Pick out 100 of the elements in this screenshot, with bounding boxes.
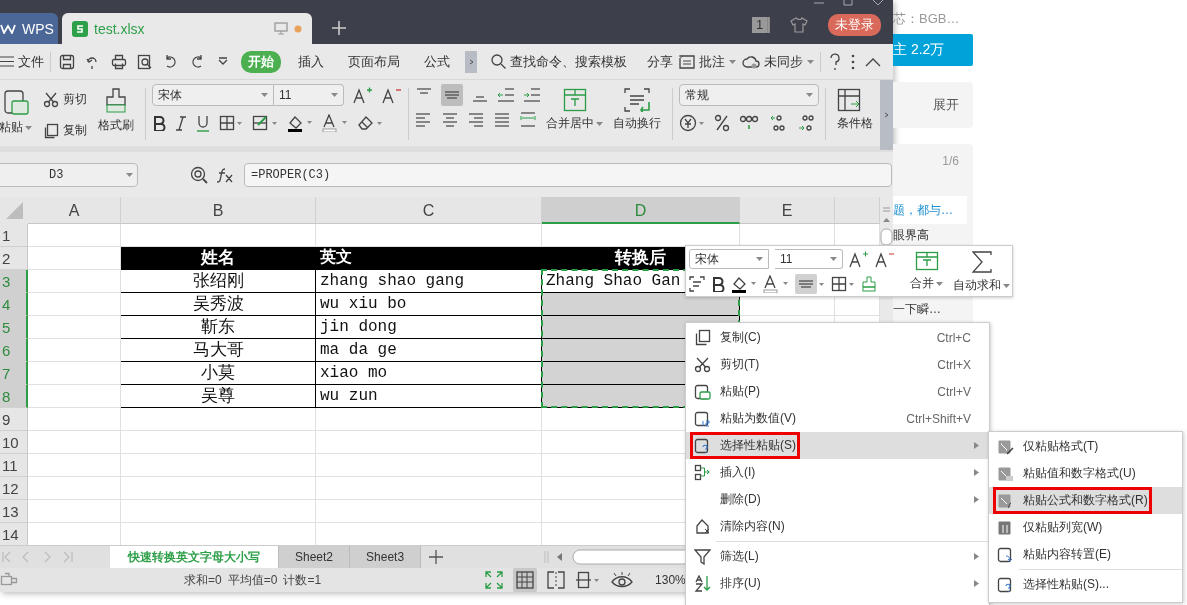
menu-item[interactable]: 粘贴(P) Ctrl+V [686, 378, 989, 405]
caret-icon[interactable] [25, 125, 32, 130]
cut-button[interactable]: 剪切 [43, 91, 87, 108]
currency-icon[interactable] [679, 114, 705, 132]
eraser-icon[interactable] [357, 115, 383, 131]
wrap-text-button[interactable]: 自动换行 [608, 84, 666, 146]
caret-icon[interactable] [331, 93, 338, 97]
comment-button[interactable]: 批注 [679, 52, 736, 71]
page-layout-icon[interactable] [575, 571, 602, 589]
row-header[interactable]: 9 [0, 408, 28, 431]
menu-item[interactable]: 插入(I) [686, 459, 989, 486]
new-tab-icon[interactable] [332, 21, 346, 35]
menu-item[interactable]: 剪切(T) Ctrl+X [686, 351, 989, 378]
menu-item[interactable]: 粘贴为数值(V) Ctrl+Shift+V [686, 405, 989, 432]
decrease-indent-icon[interactable] [497, 87, 515, 103]
format-brush-icon[interactable] [861, 276, 877, 292]
justify-icon[interactable] [493, 112, 511, 128]
italic-icon[interactable] [175, 115, 187, 131]
borders-icon[interactable] [219, 115, 243, 131]
caret-icon[interactable] [830, 257, 837, 261]
menu-item[interactable]: 排序(U) [686, 570, 989, 597]
align-left-icon[interactable] [415, 112, 433, 128]
sheet-tab[interactable]: Sheet3 [350, 545, 422, 569]
percent-icon[interactable] [714, 114, 730, 132]
distributed-icon[interactable] [519, 112, 537, 128]
copy-button[interactable]: 复制 [43, 122, 87, 139]
row-header[interactable]: 11 [0, 454, 28, 477]
article-title[interactable]: 眼界高 [893, 228, 929, 242]
menu-item[interactable]: 选择性粘贴(S) [686, 432, 989, 459]
eye-icon[interactable] [611, 572, 634, 588]
row-header[interactable]: 14 [0, 523, 28, 545]
expand-link[interactable]: 展开 [933, 96, 959, 114]
caret-icon[interactable] [806, 93, 813, 97]
increase-decimal-icon[interactable] [768, 114, 788, 132]
font-color-icon[interactable] [763, 275, 789, 293]
vertical-scrollbar-icon[interactable] [880, 207, 893, 245]
bold-icon[interactable] [711, 276, 725, 292]
row-header[interactable]: 2 [0, 247, 28, 270]
column-header[interactable]: E [740, 197, 835, 224]
column-header[interactable]: A [28, 197, 121, 224]
merge-center-button[interactable]: 合并居中 [541, 84, 608, 146]
font-color-icon[interactable] [322, 114, 348, 132]
font-select[interactable]: 宋体 [689, 249, 769, 269]
scroll-right-icon[interactable] [465, 50, 477, 73]
menu-item[interactable]: 清除内容(N) [686, 513, 989, 540]
page-break-icon[interactable] [547, 571, 566, 589]
font-size-select[interactable]: 11 [775, 249, 843, 269]
menu-item[interactable]: 删除(D) [686, 486, 989, 513]
fill-color-icon[interactable] [252, 115, 278, 131]
caret-icon[interactable] [261, 93, 268, 97]
wrap-text-icon[interactable] [689, 276, 705, 292]
save-icon[interactable] [59, 53, 75, 70]
minimize-icon[interactable] [813, 0, 825, 6]
zoom-level[interactable]: 130% [655, 573, 686, 587]
row-header[interactable]: 13 [0, 500, 28, 523]
decrease-font-icon[interactable] [875, 250, 895, 268]
conditional-format-button[interactable]: 条件格 [832, 84, 874, 146]
window-tab[interactable]: WPS [0, 13, 58, 44]
thousands-icon[interactable] [739, 114, 759, 132]
align-middle-icon[interactable] [795, 274, 825, 294]
autosum-button[interactable]: 自动求和 [950, 249, 1013, 293]
redo-icon[interactable] [189, 53, 205, 70]
name-box[interactable]: D3 [0, 162, 138, 187]
caret-icon[interactable] [596, 121, 603, 126]
caret-icon[interactable] [729, 59, 736, 64]
align-center-icon[interactable] [441, 112, 459, 128]
link-text[interactable]: 题，都与… [893, 201, 953, 219]
caret-icon[interactable] [807, 59, 814, 64]
print-preview-icon[interactable] [137, 53, 153, 70]
menu-item[interactable]: 粘贴公式和数字格式(R) [989, 487, 1182, 514]
caret-icon[interactable] [756, 257, 763, 261]
fullscreen-icon[interactable] [485, 571, 504, 589]
underline-icon[interactable] [196, 114, 210, 132]
increase-font-icon[interactable] [849, 250, 869, 268]
search-button[interactable]: 查找命令、搜索模板 [491, 52, 627, 71]
formula-field[interactable]: =PROPER(C3) [244, 162, 892, 187]
article-title[interactable]: 一下瞬… [893, 302, 941, 316]
row-header[interactable]: 10 [0, 431, 28, 454]
ribbon-tab[interactable]: 页面布局 [341, 50, 407, 73]
share-button[interactable]: 分享 [647, 52, 673, 71]
undo-icon[interactable] [163, 53, 179, 70]
caret-icon[interactable] [936, 281, 943, 286]
caret-icon[interactable] [1003, 283, 1010, 288]
menu-item[interactable]: 粘贴内容转置(E) [989, 541, 1182, 568]
font-select[interactable]: 宋体 [152, 84, 274, 106]
menu-item[interactable]: 筛选(L) [686, 543, 989, 570]
shirt-icon[interactable] [790, 17, 808, 33]
decrease-decimal-icon[interactable] [797, 114, 817, 132]
number-format-select[interactable]: 常规 [679, 84, 819, 106]
window-counter[interactable]: 1 [752, 17, 770, 33]
column-header[interactable]: B [121, 197, 316, 224]
collapse-icon[interactable] [865, 56, 881, 67]
menu-item[interactable]: 仅粘贴列宽(W) [989, 514, 1182, 541]
sheet-tab[interactable]: Sheet2 [279, 545, 351, 569]
row-header[interactable]: 1 [0, 224, 28, 247]
menu-item[interactable]: 粘贴值和数字格式(U) [989, 460, 1182, 487]
caret-icon[interactable] [126, 172, 133, 177]
ribbon-tab[interactable]: 公式 [417, 50, 457, 73]
paint-bucket-icon[interactable] [287, 114, 313, 132]
borders-icon[interactable] [831, 276, 855, 292]
